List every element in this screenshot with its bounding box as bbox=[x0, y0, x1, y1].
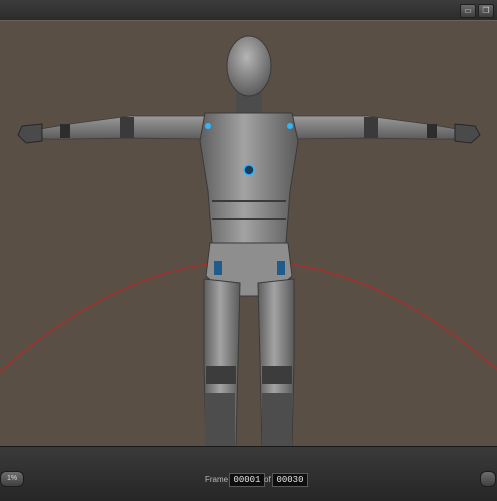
head bbox=[226, 35, 272, 97]
chest-light bbox=[243, 164, 255, 176]
window-icon[interactable]: ▭ bbox=[460, 4, 476, 18]
torso bbox=[199, 112, 299, 244]
3d-viewport[interactable] bbox=[0, 20, 497, 447]
timeline-left-button[interactable]: 1% bbox=[0, 471, 24, 487]
restore-icon[interactable]: ❐ bbox=[478, 4, 494, 18]
robot-model bbox=[17, 35, 481, 447]
left-hand bbox=[17, 123, 43, 144]
top-toolbar: ▭ ❐ bbox=[0, 0, 497, 21]
timeline-bar: 1% Frame 00001 of 00030 bbox=[0, 446, 497, 501]
timeline-right-button[interactable] bbox=[480, 471, 496, 487]
current-frame-field[interactable]: 00001 bbox=[229, 473, 265, 487]
of-label: of bbox=[264, 475, 271, 484]
viewport-canvas bbox=[0, 35, 497, 447]
right-hand bbox=[454, 123, 481, 144]
total-frames-field[interactable]: 00030 bbox=[272, 473, 308, 487]
frame-label: Frame bbox=[205, 475, 229, 484]
